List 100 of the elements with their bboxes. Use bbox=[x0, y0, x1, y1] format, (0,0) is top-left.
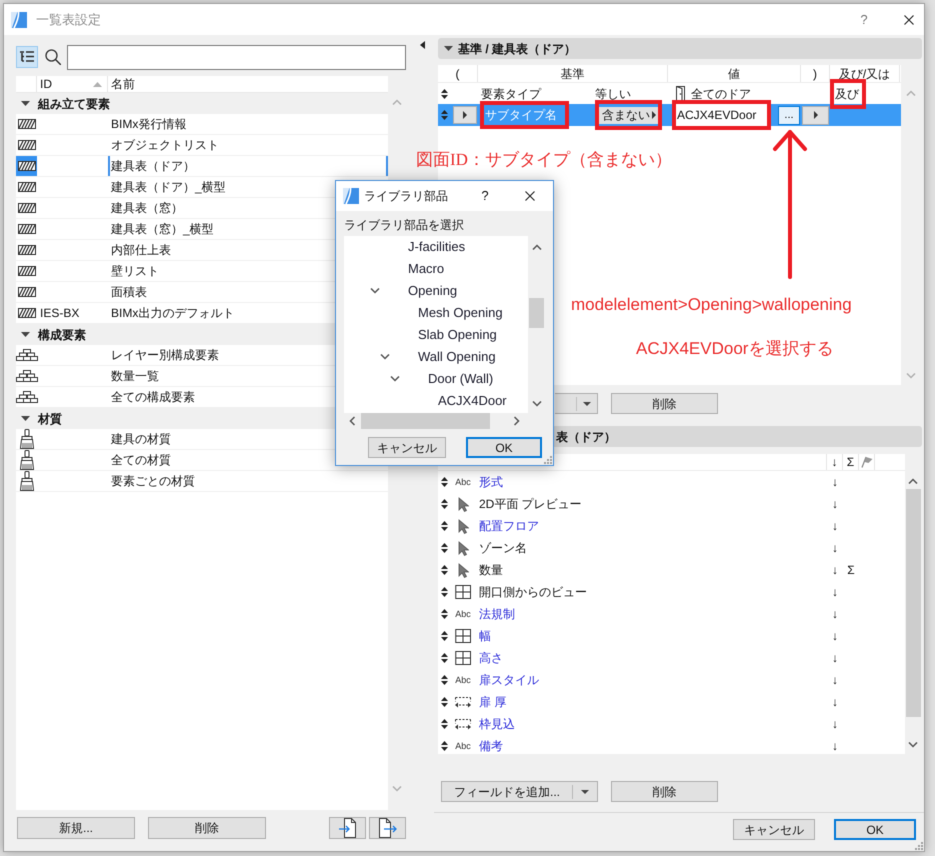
field-name[interactable]: 数量 bbox=[479, 563, 503, 577]
tree-item[interactable]: Slab Opening bbox=[418, 325, 497, 345]
sort-handle-icon[interactable] bbox=[441, 675, 448, 685]
left-triangle-icon[interactable] bbox=[420, 41, 425, 49]
sort-handle-icon[interactable] bbox=[441, 631, 448, 641]
field-name[interactable]: 扉スタイル bbox=[479, 673, 539, 687]
chevron-right-icon[interactable] bbox=[514, 416, 520, 426]
scrollbar-thumb[interactable] bbox=[906, 489, 920, 717]
ok-button[interactable]: OK bbox=[834, 819, 916, 840]
operator-text: 等しい bbox=[595, 86, 631, 102]
list-item[interactable]: オブジェクトリスト bbox=[108, 135, 388, 155]
tree-item[interactable]: Opening bbox=[408, 281, 458, 301]
section-header[interactable]: 基準 / 建具表（ドア） bbox=[438, 38, 922, 59]
field-name[interactable]: 開口側からのビュー bbox=[479, 585, 587, 599]
tree-item[interactable]: Door (Wall) bbox=[428, 369, 494, 389]
next-button[interactable] bbox=[802, 106, 829, 124]
id-text: IES-BX bbox=[40, 305, 80, 322]
list-item[interactable]: 建具表（ドア） bbox=[108, 156, 388, 176]
column-header[interactable]: Σ bbox=[843, 454, 859, 470]
chevron-down-icon[interactable] bbox=[380, 354, 390, 360]
add-field-button[interactable]: フィールドを追加... bbox=[441, 781, 598, 802]
field-name[interactable]: 2D平面 プレビュー bbox=[479, 497, 582, 511]
chevron-up-icon[interactable] bbox=[532, 244, 542, 250]
resize-grip-icon[interactable] bbox=[915, 842, 923, 850]
help-button[interactable]: ? bbox=[470, 182, 500, 210]
cancel-button[interactable]: キャンセル bbox=[733, 819, 815, 840]
tree-item[interactable]: Macro bbox=[408, 259, 444, 279]
prompt-label: ライブラリ部品を選択 bbox=[343, 217, 465, 233]
field-name[interactable]: 法規制 bbox=[479, 607, 515, 621]
field-name[interactable]: 備考 bbox=[479, 739, 503, 753]
sort-handle-icon[interactable] bbox=[441, 110, 448, 120]
sort-mark: ↓ bbox=[832, 496, 838, 513]
field-name[interactable]: 幅 bbox=[479, 629, 491, 643]
import-button[interactable] bbox=[329, 817, 366, 839]
sort-handle-icon[interactable] bbox=[441, 697, 448, 707]
sort-handle-icon[interactable] bbox=[441, 88, 448, 98]
group-row[interactable]: 組み立て要素 bbox=[16, 93, 388, 114]
column-header[interactable]: 名前 bbox=[111, 76, 135, 93]
right-triangle-icon bbox=[463, 111, 467, 119]
list-item[interactable]: BIMx発行情報 bbox=[108, 114, 388, 134]
sort-handle-icon[interactable] bbox=[441, 609, 448, 619]
browse-button[interactable]: ... bbox=[778, 106, 800, 124]
cursor-arrow-icon bbox=[458, 562, 468, 578]
close-icon bbox=[904, 14, 914, 24]
cancel-button[interactable]: キャンセル bbox=[368, 437, 446, 458]
value-text: 全てのドア bbox=[691, 86, 751, 102]
ok-button[interactable]: OK bbox=[466, 437, 542, 458]
search-field[interactable] bbox=[67, 44, 406, 70]
sort-handle-icon[interactable] bbox=[441, 521, 448, 531]
chevron-left-icon[interactable] bbox=[349, 416, 355, 426]
tree-item[interactable]: J-facilities bbox=[408, 237, 466, 257]
flag-icon[interactable] bbox=[860, 456, 872, 468]
sort-handle-icon[interactable] bbox=[441, 477, 448, 487]
new-button[interactable]: 新規... bbox=[17, 817, 135, 839]
expand-button[interactable] bbox=[453, 106, 477, 124]
dimension-icon bbox=[455, 718, 471, 730]
field-name[interactable]: ゾーン名 bbox=[479, 541, 527, 555]
chevron-up-icon[interactable] bbox=[908, 478, 918, 484]
list-item[interactable]: 要素ごとの材質 bbox=[108, 471, 388, 491]
help-button[interactable]: ? bbox=[849, 4, 879, 34]
tree-item[interactable]: Mesh Opening bbox=[418, 303, 503, 323]
chevron-down-icon[interactable] bbox=[370, 288, 380, 294]
delete-button[interactable]: 削除 bbox=[611, 781, 718, 802]
chevron-down-icon[interactable] bbox=[908, 742, 918, 748]
sort-handle-icon[interactable] bbox=[441, 741, 448, 751]
column-header: 基準 bbox=[560, 66, 584, 82]
column-header: ) bbox=[813, 66, 817, 82]
sort-handle-icon[interactable] bbox=[441, 719, 448, 729]
sort-handle-icon[interactable] bbox=[441, 587, 448, 597]
export-document-icon bbox=[378, 818, 396, 838]
delete-button[interactable]: 削除 bbox=[148, 817, 266, 839]
chevron-down-icon[interactable] bbox=[532, 401, 542, 407]
bricks-icon bbox=[16, 391, 38, 403]
bricks-icon bbox=[16, 349, 38, 361]
field-name[interactable]: 扉 厚 bbox=[479, 695, 506, 709]
annotation-text: modelelement>Opening>wallopening bbox=[571, 294, 852, 316]
sort-mark: ↓ bbox=[832, 672, 838, 689]
tree-item[interactable]: Wall Opening bbox=[418, 347, 496, 367]
sort-handle-icon[interactable] bbox=[441, 499, 448, 509]
field-name[interactable]: 形式 bbox=[479, 475, 503, 489]
chevron-down-icon[interactable] bbox=[390, 376, 400, 382]
scrollbar-thumb[interactable] bbox=[361, 413, 490, 429]
column-header[interactable]: ↓ bbox=[827, 454, 843, 470]
window-grid-icon bbox=[455, 629, 471, 643]
sort-handle-icon[interactable] bbox=[441, 653, 448, 663]
resize-grip-icon[interactable] bbox=[544, 456, 552, 464]
export-button[interactable] bbox=[369, 817, 406, 839]
sort-handle-icon[interactable] bbox=[441, 543, 448, 553]
scrollbar-thumb[interactable] bbox=[529, 298, 544, 328]
field-name[interactable]: 高さ bbox=[479, 651, 503, 665]
sort-mark: ↓ bbox=[832, 562, 838, 579]
field-name[interactable]: 配置フロア bbox=[479, 519, 539, 533]
sort-handle-icon[interactable] bbox=[441, 565, 448, 575]
column-header[interactable]: ID bbox=[40, 76, 52, 93]
sort-mark: ↓ bbox=[832, 540, 838, 557]
tree-item[interactable]: ACJX4Door bbox=[438, 391, 507, 411]
field-name[interactable]: 枠見込 bbox=[479, 717, 515, 731]
delete-button[interactable]: 削除 bbox=[611, 393, 718, 414]
operator-dropdown[interactable]: 含まない bbox=[599, 106, 658, 124]
tree-view-button[interactable] bbox=[16, 46, 38, 68]
